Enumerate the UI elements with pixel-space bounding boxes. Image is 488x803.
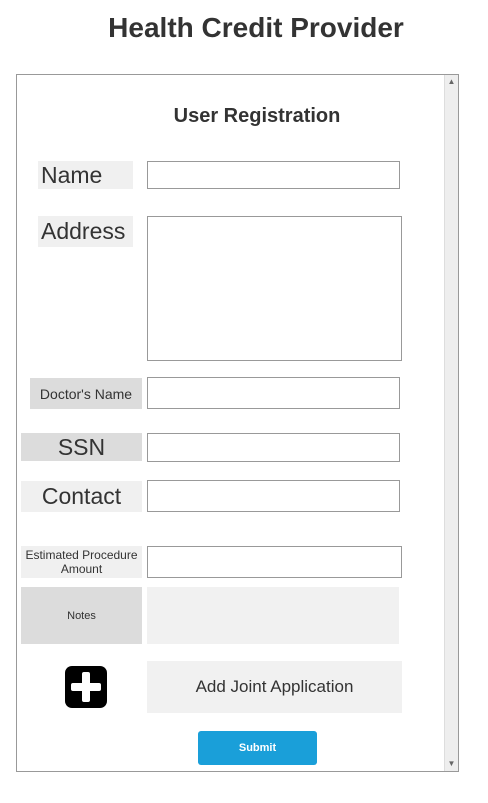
procedure-amount-label-line1: Estimated Procedure [25,548,138,562]
ssn-label: SSN [21,433,142,461]
doctor-name-label: Doctor's Name [30,378,142,409]
vertical-scrollbar[interactable]: ▲ ▼ [444,75,458,771]
notes-field[interactable] [147,587,399,644]
address-field[interactable] [147,216,402,361]
plus-icon-vertical [82,672,90,702]
scroll-up-arrow-icon[interactable]: ▲ [445,75,458,89]
address-label: Address [38,216,133,247]
name-label: Name [38,161,133,189]
procedure-amount-field[interactable] [147,546,402,578]
page: Health Credit Provider User Registration… [0,0,488,803]
procedure-amount-label: Estimated Procedure Amount [21,546,142,578]
procedure-amount-label-line2: Amount [60,562,103,576]
add-joint-application-button[interactable]: Add Joint Application [147,661,402,713]
doctor-name-field[interactable] [147,377,400,409]
submit-button[interactable]: Submit [198,731,317,765]
contact-field[interactable] [147,480,400,512]
scroll-down-arrow-icon[interactable]: ▼ [445,757,458,771]
notes-label: Notes [21,587,142,644]
plus-icon[interactable] [65,666,107,708]
ssn-field[interactable] [147,433,400,462]
form-title: User Registration [173,105,341,127]
name-field[interactable] [147,161,400,189]
registration-panel: User Registration Name Address Doctor's … [16,74,459,772]
contact-label: Contact [21,481,142,512]
app-title: Health Credit Provider [108,12,404,43]
